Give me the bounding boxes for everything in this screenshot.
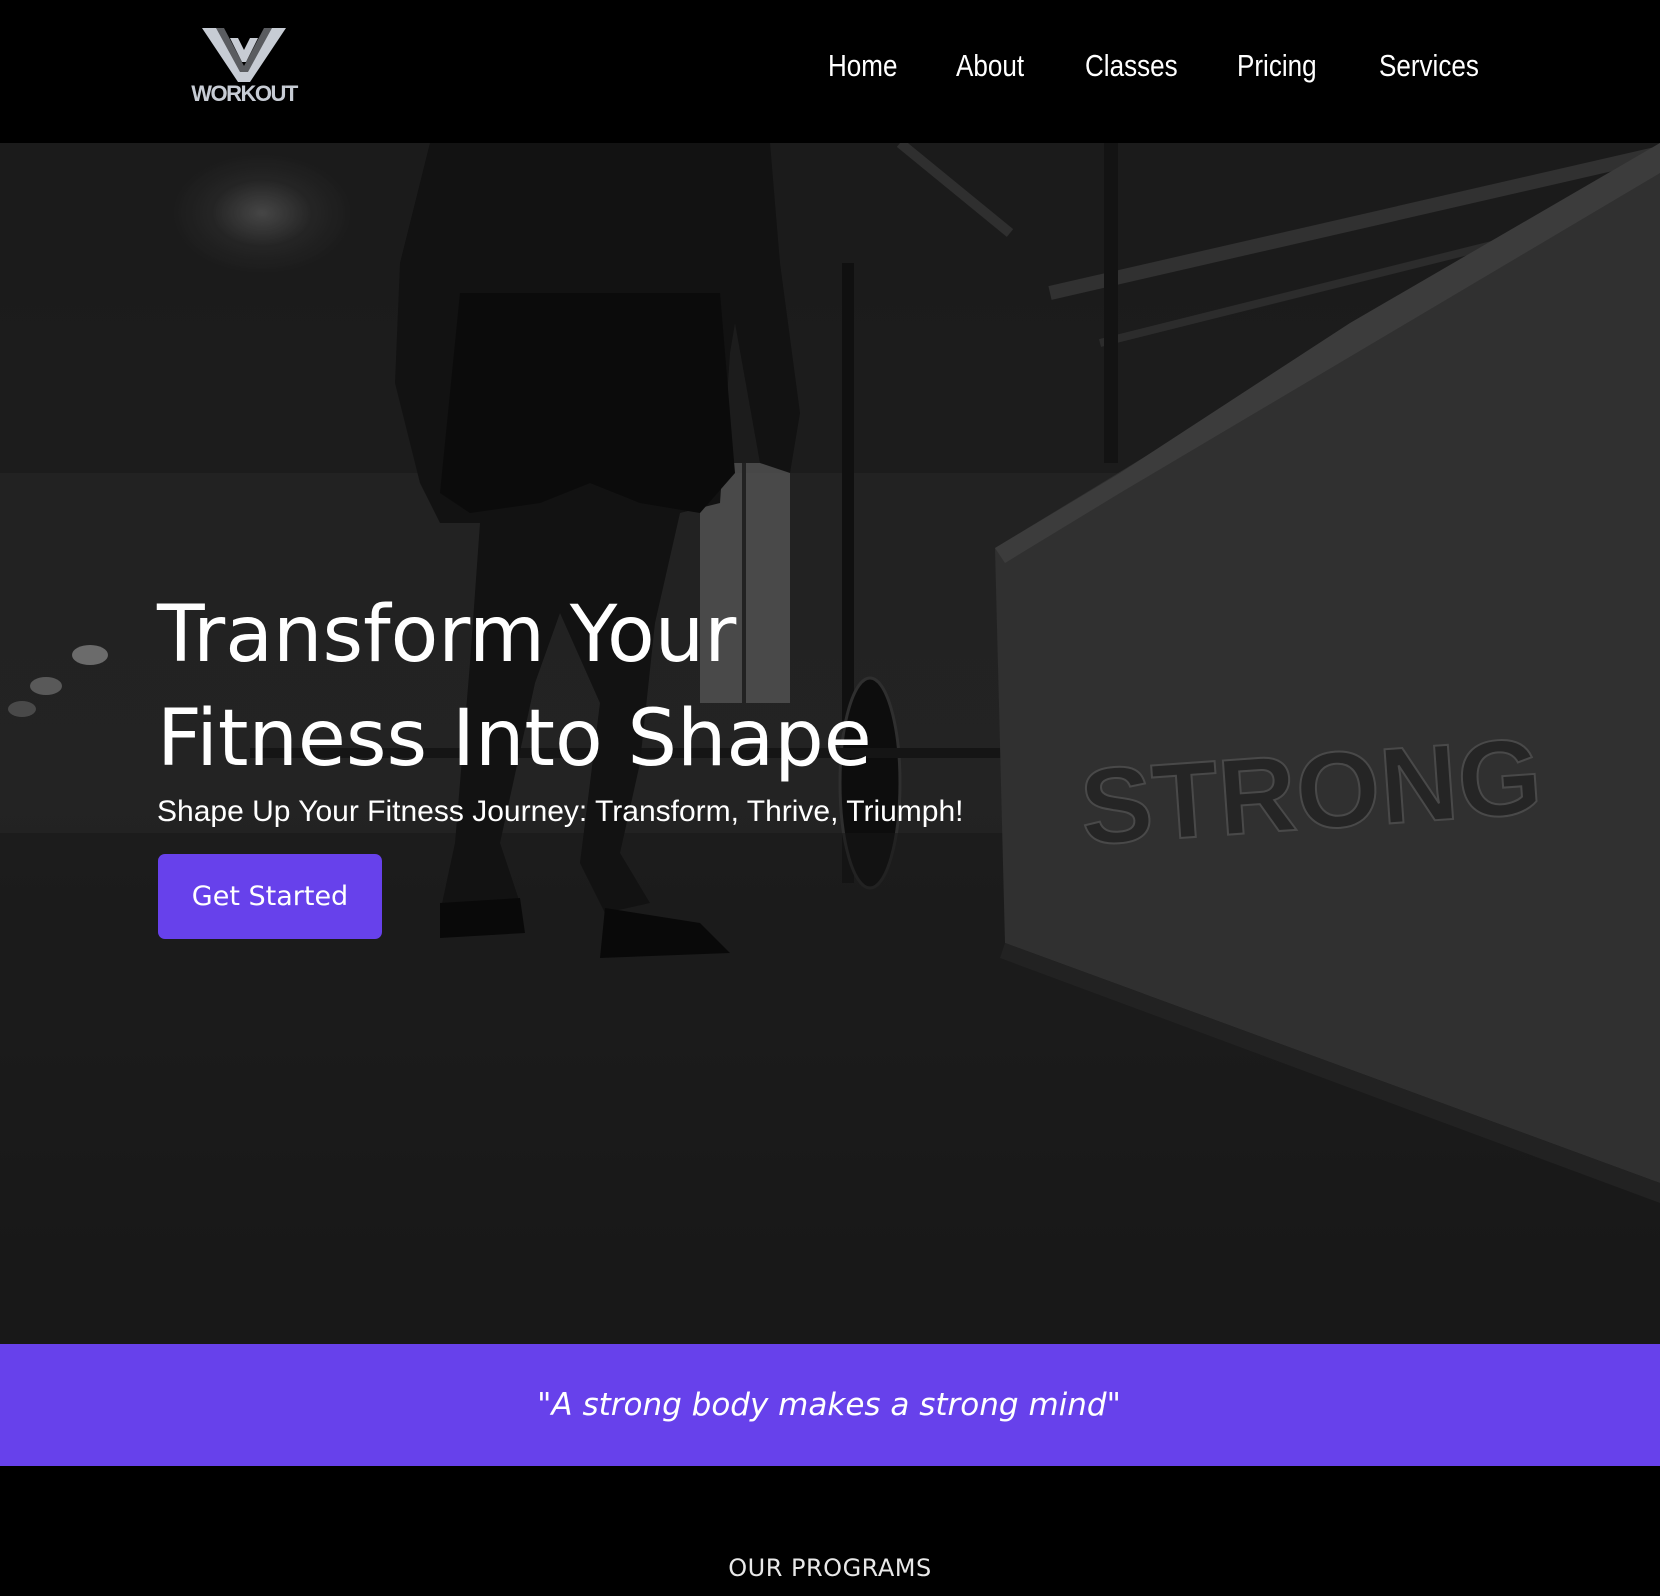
hero-subtitle: Shape Up Your Fitness Journey: Transform… <box>157 795 964 828</box>
hero-title-line-2: Fitness Into Shape <box>157 694 872 784</box>
hero-title: Transform Your Fitness Into Shape <box>157 583 1057 791</box>
nav-services[interactable]: Services <box>1379 48 1479 84</box>
nav-home[interactable]: Home <box>828 48 897 84</box>
nav-classes[interactable]: Classes <box>1085 48 1178 84</box>
quote-band: "A strong body makes a strong mind" <box>0 1344 1660 1466</box>
quote-text: "A strong body makes a strong mind" <box>537 1387 1121 1423</box>
nav-pricing[interactable]: Pricing <box>1237 48 1317 84</box>
programs-heading: OUR PROGRAMS <box>728 1554 932 1582</box>
w-chevron-logo-icon <box>202 28 286 82</box>
hero-title-line-1: Transform Your <box>157 590 737 680</box>
programs-section: OUR PROGRAMS <box>0 1466 1660 1596</box>
get-started-button[interactable]: Get Started <box>158 854 382 939</box>
navbar: WORKOUT Home About Classes Pricing Servi… <box>0 0 1660 143</box>
nav-about[interactable]: About <box>956 48 1024 84</box>
brand-logo[interactable]: WORKOUT <box>186 24 302 108</box>
hero-section: STRONG Transform Your Fitness Into Shape… <box>0 143 1660 1344</box>
logo-wordmark: WORKOUT <box>191 81 298 106</box>
